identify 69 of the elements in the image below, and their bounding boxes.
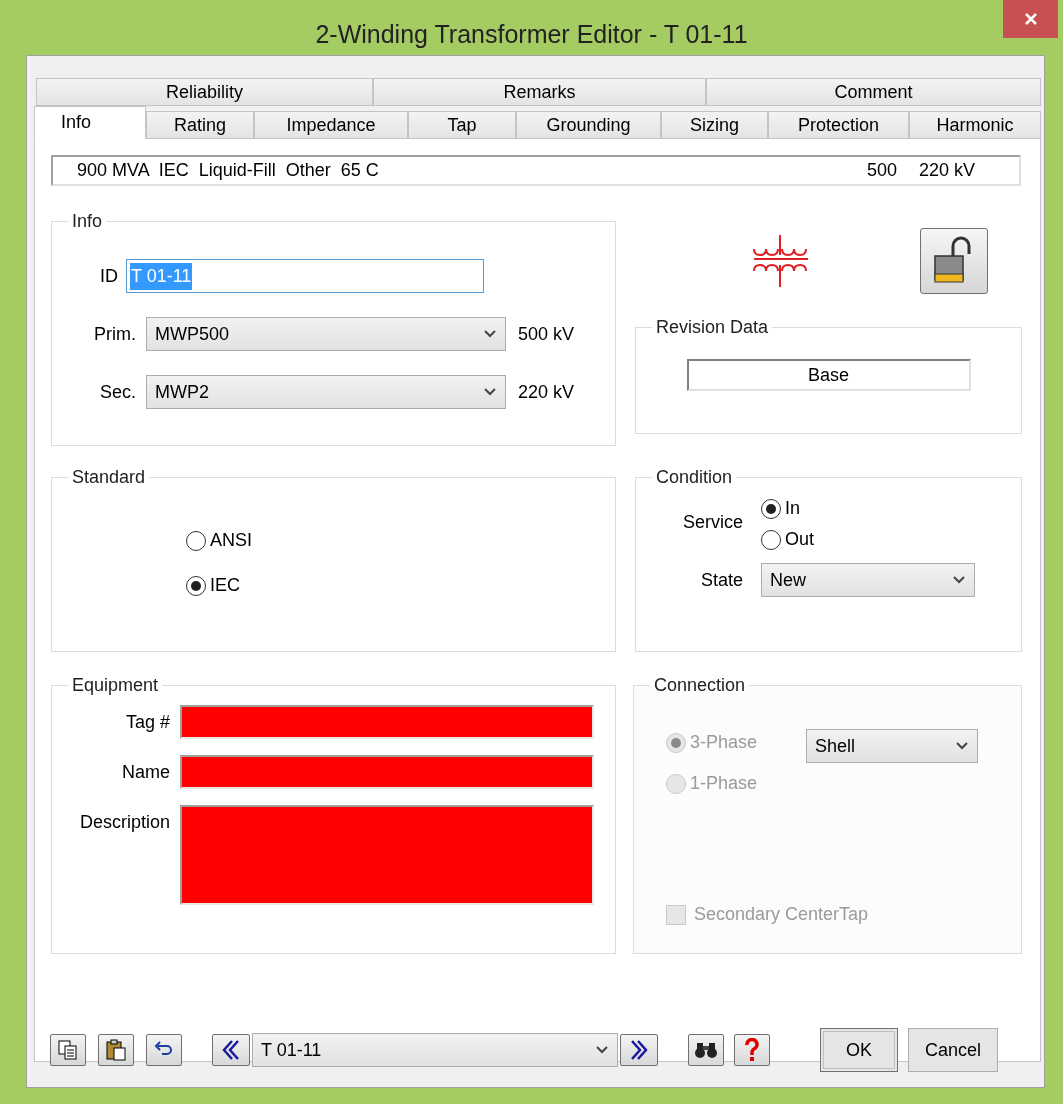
field-label: Tag #: [124, 711, 170, 734]
lock-button[interactable]: [920, 228, 988, 294]
field-label: ID: [100, 264, 118, 288]
group-title: Condition: [655, 466, 734, 489]
transformer-icon: [752, 233, 810, 289]
close-button[interactable]: [1003, 0, 1058, 38]
tab[interactable]: Impedance: [254, 111, 408, 139]
paste-button[interactable]: [98, 1034, 134, 1066]
text-area[interactable]: [180, 805, 594, 905]
tab[interactable]: Remarks: [373, 78, 706, 106]
ok-button[interactable]: OK: [820, 1028, 898, 1072]
next-button[interactable]: [620, 1034, 658, 1066]
bus-dropdown[interactable]: MWP500: [146, 317, 506, 351]
summary-text: 900 MVA IEC Liquid-Fill Other 65 C: [77, 159, 380, 182]
close-icon: [1023, 12, 1038, 26]
clipboard-icon: [105, 1038, 127, 1062]
summary-value: 500: [866, 159, 897, 182]
tab[interactable]: Sizing: [661, 111, 768, 139]
undo-button[interactable]: [146, 1034, 182, 1066]
binoculars-icon: [694, 1041, 718, 1059]
input-field[interactable]: [180, 705, 594, 739]
radio-label: In: [785, 497, 800, 520]
copy-button[interactable]: [50, 1034, 86, 1066]
tab[interactable]: Harmonic: [909, 111, 1041, 139]
revision-field: Base: [686, 359, 971, 391]
radio-label: 1-Phase: [690, 772, 758, 795]
double-chevron-left-icon: [221, 1039, 241, 1061]
tab[interactable]: Tap: [408, 111, 516, 139]
radio-button[interactable]: [761, 529, 781, 550]
previous-button[interactable]: [212, 1034, 250, 1066]
radio-button[interactable]: [761, 498, 781, 519]
field-label: Sec.: [98, 380, 136, 404]
radio-button[interactable]: [186, 575, 206, 596]
radio-label: Out: [785, 528, 814, 551]
group-title: Standard: [71, 466, 147, 489]
field-label: Description: [78, 811, 170, 834]
tab[interactable]: Grounding: [516, 111, 661, 139]
tab[interactable]: Protection: [768, 111, 909, 139]
group-title: Connection: [653, 674, 747, 697]
voltage-label: 220 kV: [518, 380, 575, 404]
summary-value: 220 kV: [918, 159, 975, 182]
radio-label: IEC: [210, 574, 240, 597]
field-label: Name: [121, 761, 170, 784]
voltage-label: 500 kV: [518, 322, 575, 346]
checkbox-label: Secondary CenterTap: [694, 903, 869, 926]
radio-label: 3-Phase: [690, 731, 758, 754]
input-field[interactable]: [180, 755, 594, 789]
cancel-button[interactable]: Cancel: [908, 1028, 998, 1072]
copy-icon: [57, 1039, 79, 1061]
radio-label: ANSI: [210, 529, 252, 552]
bus-dropdown[interactable]: MWP2: [146, 375, 506, 409]
find-button[interactable]: [688, 1034, 724, 1066]
field-label: Service: [681, 511, 743, 534]
tab[interactable]: Info: [34, 106, 146, 139]
window-title: 2-Winding Transformer Editor - T 01-11: [315, 19, 748, 50]
tab[interactable]: Rating: [146, 111, 254, 139]
question-mark-icon: [744, 1038, 760, 1062]
help-button[interactable]: [734, 1034, 770, 1066]
field-label: State: [699, 568, 743, 592]
double-chevron-right-icon: [629, 1039, 649, 1061]
radio-button[interactable]: [186, 530, 206, 551]
group-title: Info: [71, 210, 104, 233]
group-title: Revision Data: [655, 316, 770, 339]
tab[interactable]: Comment: [706, 78, 1041, 106]
field-label: Prim.: [93, 322, 136, 346]
group-title: Equipment: [71, 674, 160, 697]
tab[interactable]: Reliability: [36, 78, 373, 106]
element-dropdown[interactable]: T 01-11: [252, 1033, 618, 1067]
state-dropdown[interactable]: New: [761, 563, 975, 597]
